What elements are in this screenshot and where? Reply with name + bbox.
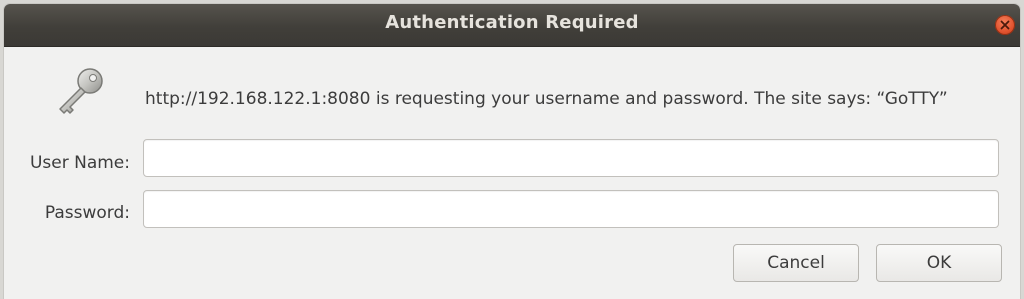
close-icon: [1000, 20, 1010, 30]
username-input[interactable]: [143, 139, 999, 177]
cancel-button[interactable]: Cancel: [733, 244, 859, 282]
password-label: Password:: [44, 203, 130, 223]
window-title: Authentication Required: [385, 12, 639, 33]
auth-message: http://192.168.122.1:8080 is requesting …: [145, 89, 948, 109]
ok-button[interactable]: OK: [876, 244, 1002, 282]
close-button[interactable]: [995, 15, 1015, 35]
auth-dialog-window: Authentication Required http://192.168.1…: [4, 4, 1020, 299]
password-input[interactable]: [143, 190, 999, 228]
title-bar[interactable]: Authentication Required: [4, 4, 1020, 47]
key-icon: [59, 68, 103, 114]
username-label: User Name:: [29, 153, 130, 173]
